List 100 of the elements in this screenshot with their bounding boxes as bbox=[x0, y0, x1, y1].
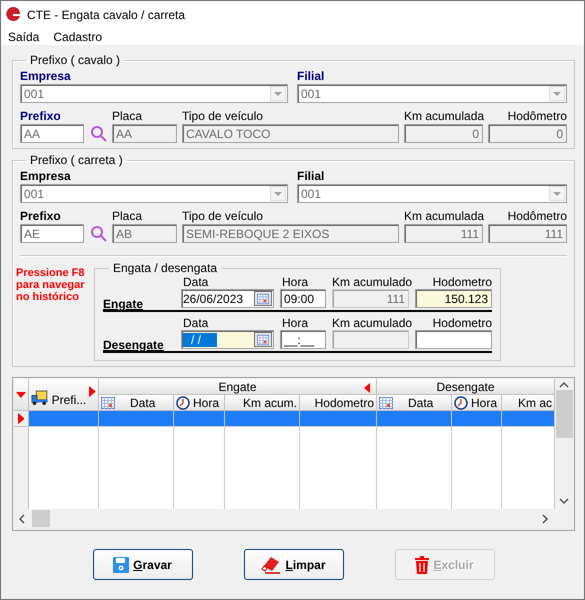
column-header[interactable]: Hora bbox=[174, 395, 225, 411]
trash-icon bbox=[415, 556, 430, 574]
km-acumulada-field: 111 bbox=[404, 224, 483, 243]
clear-button[interactable]: Limpar bbox=[244, 549, 344, 580]
column-title: Data bbox=[408, 396, 434, 410]
column-header[interactable]: Prefi... bbox=[29, 379, 99, 411]
time-field[interactable]: __:__ bbox=[280, 330, 326, 349]
placa-field: AB bbox=[112, 224, 177, 243]
prefixo-field[interactable]: AE bbox=[20, 224, 84, 243]
field-label: Hodômetro bbox=[506, 209, 567, 223]
field-label: Hodometro bbox=[432, 275, 492, 289]
field-label: Placa bbox=[112, 209, 144, 223]
row-title: Desengate bbox=[103, 339, 165, 352]
field-label: Empresa bbox=[20, 169, 72, 183]
calendar-icon bbox=[379, 396, 393, 408]
hodometro-field: 111 bbox=[488, 224, 567, 243]
number-field: 111 bbox=[332, 289, 409, 308]
table-row[interactable] bbox=[14, 411, 555, 427]
field-label: Hora bbox=[281, 275, 310, 289]
field-label: Hodometro bbox=[432, 316, 492, 330]
tipo-veiculo-field: SEMI-REBOQUE 2 EIXOS bbox=[182, 224, 399, 243]
empresa-dropdown[interactable]: 001 bbox=[20, 184, 288, 203]
column-title: Hora bbox=[471, 396, 498, 410]
column-header[interactable]: Km ac bbox=[502, 395, 555, 411]
column-header[interactable]: Data bbox=[377, 395, 452, 411]
dropdown-arrow-icon bbox=[16, 392, 26, 398]
empresa-dropdown[interactable]: 001 bbox=[20, 84, 288, 103]
field-label: Hodômetro bbox=[506, 109, 567, 123]
field-label: Km acumulado bbox=[332, 316, 409, 330]
date-field[interactable]: 26/06/2023 bbox=[181, 289, 274, 308]
column-title: Km ac bbox=[518, 396, 552, 410]
current-row-icon bbox=[18, 412, 24, 424]
date-field[interactable]: / / bbox=[181, 330, 274, 349]
field-label: Placa bbox=[112, 109, 144, 123]
group-title: Prefixo ( carreta ) bbox=[29, 153, 124, 167]
scroll-down-icon[interactable] bbox=[559, 497, 569, 507]
clock-icon bbox=[454, 396, 468, 410]
field-label: Prefixo bbox=[20, 109, 62, 123]
search-icon[interactable] bbox=[90, 225, 106, 242]
logo-icon bbox=[5, 6, 21, 22]
number-field[interactable] bbox=[415, 330, 492, 349]
truck-icon bbox=[31, 389, 49, 407]
calendar-button[interactable] bbox=[254, 332, 272, 347]
save-button[interactable]: Gravar bbox=[92, 549, 192, 580]
caret-icon bbox=[274, 192, 282, 196]
field-label: Empresa bbox=[20, 69, 72, 83]
field-label: Km acumulada bbox=[404, 109, 483, 123]
scroll-right-icon[interactable] bbox=[541, 514, 551, 524]
calendar-icon bbox=[257, 292, 269, 304]
group-title: Prefixo ( cavalo ) bbox=[29, 53, 122, 67]
group-title: Engata / desengata bbox=[112, 261, 218, 275]
time-field[interactable]: 09:00 bbox=[280, 289, 326, 308]
tipo-veiculo-field: CAVALO TOCO bbox=[182, 124, 399, 143]
scroll-thumb[interactable] bbox=[32, 510, 50, 527]
column-title: Data bbox=[130, 396, 156, 410]
calendar-button[interactable] bbox=[254, 291, 272, 306]
menu-item[interactable]: Cadastro bbox=[53, 30, 102, 44]
window-title: CTE - Engata cavalo / carreta bbox=[27, 8, 186, 22]
filial-dropdown[interactable]: 001 bbox=[297, 184, 567, 203]
field-label: Data bbox=[182, 275, 210, 289]
eraser-icon bbox=[261, 556, 282, 574]
menu-item[interactable]: Saída bbox=[8, 30, 40, 44]
field-label: Tipo de veículo bbox=[182, 109, 264, 123]
number-field[interactable]: 150.123 bbox=[415, 289, 492, 308]
column-header[interactable]: Hora bbox=[452, 395, 502, 411]
row-title: Engate bbox=[103, 298, 144, 311]
field-label: Km acumulado bbox=[332, 275, 409, 289]
column-header[interactable]: Hodometro bbox=[300, 395, 377, 411]
scroll-thumb[interactable] bbox=[556, 390, 572, 438]
placa-field: AA bbox=[112, 124, 177, 143]
field-label: Filial bbox=[297, 69, 326, 83]
column-title: Km acum. bbox=[242, 396, 297, 410]
field-label: Data bbox=[182, 316, 210, 330]
field-label: Km acumulada bbox=[404, 209, 483, 223]
column-header[interactable]: Km acum. bbox=[225, 395, 300, 411]
calendar-icon bbox=[257, 334, 269, 346]
clock-icon bbox=[176, 396, 190, 410]
search-icon[interactable] bbox=[90, 125, 106, 142]
field-label: Filial bbox=[297, 169, 326, 183]
group-header-title: Desengate bbox=[436, 380, 495, 394]
hodometro-field: 0 bbox=[488, 124, 567, 143]
filial-dropdown[interactable]: 001 bbox=[297, 84, 567, 103]
calendar-icon bbox=[101, 396, 115, 408]
caret-icon bbox=[553, 192, 561, 196]
column-title: Hodometro bbox=[314, 396, 374, 410]
km-acumulada-field: 0 bbox=[404, 124, 483, 143]
collapse-arrow-icon bbox=[364, 383, 370, 393]
prefixo-field[interactable]: AA bbox=[20, 124, 84, 143]
column-header[interactable]: Data bbox=[99, 395, 174, 411]
column-title: Prefi... bbox=[52, 393, 86, 407]
caret-icon bbox=[553, 92, 561, 96]
group-header-title: Engate bbox=[218, 380, 257, 394]
field-label: Hora bbox=[281, 316, 310, 330]
corner-header[interactable] bbox=[14, 379, 29, 411]
expand-arrow-icon bbox=[89, 386, 96, 398]
field-label: Tipo de veículo bbox=[182, 209, 264, 223]
caret-icon bbox=[274, 92, 282, 96]
field-label: Prefixo bbox=[20, 209, 62, 223]
hint-text: Pressione F8 para navegar no histórico bbox=[16, 266, 86, 305]
column-title: Hora bbox=[193, 396, 220, 410]
